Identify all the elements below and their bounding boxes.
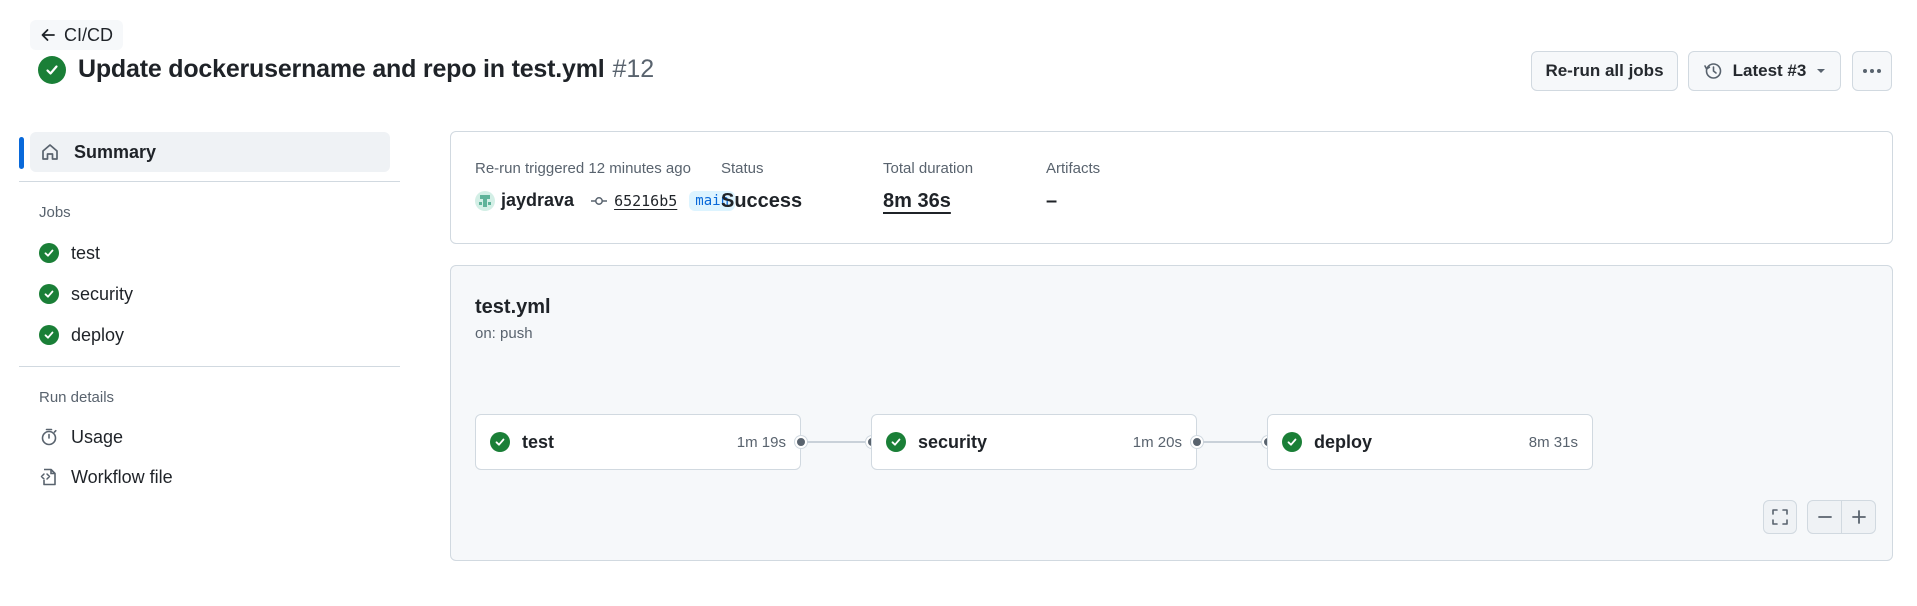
sidebar-item-job-security[interactable]: security	[39, 279, 133, 309]
run-details-heading: Run details	[39, 389, 115, 406]
artifacts-value: –	[1046, 190, 1058, 212]
duration-label: Total duration	[883, 160, 974, 177]
plus-icon	[1851, 509, 1867, 525]
minus-icon	[1817, 509, 1833, 525]
status-label: Status	[721, 160, 764, 177]
jobs-heading: Jobs	[39, 204, 71, 221]
graph-job-duration: 1m 20s	[1132, 433, 1182, 451]
trigger-actor-row: jaydrava 65216b5 main	[475, 190, 735, 211]
success-check-icon	[39, 284, 59, 304]
trigger-info: Re-run triggered 12 minutes ago	[475, 160, 691, 177]
graph-job-test[interactable]: test 1m 19s	[475, 414, 801, 470]
sidebar-item-summary[interactable]: Summary	[30, 132, 390, 172]
success-check-icon	[39, 325, 59, 345]
workflow-graph: test.yml on: push test 1m 19s security 1…	[450, 265, 1893, 561]
graph-node-port	[1191, 436, 1203, 448]
sidebar-job-label: test	[71, 242, 101, 263]
status-value: Success	[721, 190, 803, 212]
arrow-left-icon	[40, 27, 56, 43]
fullscreen-button[interactable]	[1763, 500, 1797, 534]
graph-job-duration: 8m 31s	[1528, 433, 1578, 451]
more-options-button[interactable]	[1852, 51, 1892, 91]
run-number: #12	[612, 55, 655, 83]
screen-full-icon	[1771, 508, 1789, 526]
success-check-icon	[1282, 432, 1302, 452]
total-duration-link[interactable]: 8m 36s	[883, 190, 951, 213]
caret-down-icon	[1816, 67, 1826, 75]
rerun-all-jobs-button[interactable]: Re-run all jobs	[1531, 51, 1678, 91]
workflow-file-name: test.yml	[475, 296, 551, 318]
sidebar-job-label: deploy	[71, 324, 125, 345]
page-title: Update dockerusername and repo in test.y…	[78, 55, 605, 83]
sidebar-summary-label: Summary	[74, 141, 157, 162]
stopwatch-icon	[39, 427, 59, 447]
commit-link[interactable]: 65216b5	[590, 192, 677, 210]
sidebar-item-workflow-file[interactable]: Workflow file	[39, 462, 173, 492]
git-commit-icon	[590, 195, 608, 207]
rerun-all-jobs-label: Re-run all jobs	[1545, 61, 1664, 80]
sidebar-usage-label: Usage	[71, 426, 124, 447]
graph-job-security[interactable]: security 1m 20s	[871, 414, 1197, 470]
avatar[interactable]	[475, 190, 495, 211]
history-icon	[1703, 61, 1723, 81]
workflow-trigger: on: push	[475, 325, 533, 342]
zoom-in-button[interactable]	[1841, 500, 1876, 534]
home-icon	[40, 142, 60, 162]
sidebar-item-job-deploy[interactable]: deploy	[39, 320, 124, 350]
page-title-row: Update dockerusername and repo in test.y…	[38, 55, 654, 84]
success-check-icon	[39, 243, 59, 263]
sidebar-job-label: security	[71, 283, 134, 304]
success-check-icon	[886, 432, 906, 452]
graph-node-port	[795, 436, 807, 448]
back-link-label: CI/CD	[64, 24, 113, 45]
sidebar-item-job-test[interactable]: test	[39, 238, 100, 268]
kebab-horizontal-icon	[1862, 68, 1882, 74]
artifacts-label: Artifacts	[1046, 160, 1101, 177]
graph-job-name: security	[918, 431, 988, 452]
success-check-icon	[38, 55, 66, 84]
sidebar-divider	[19, 366, 400, 367]
success-check-icon	[490, 432, 510, 452]
run-summary-card: Re-run triggered 12 minutes ago jaydrava…	[450, 131, 1893, 244]
graph-connector	[807, 441, 866, 443]
attempt-select-button[interactable]: Latest #3	[1688, 51, 1841, 91]
back-to-workflow-link[interactable]: CI/CD	[30, 20, 123, 50]
graph-job-name: deploy	[1314, 431, 1373, 452]
graph-job-duration: 1m 19s	[736, 433, 786, 451]
graph-job-deploy[interactable]: deploy 8m 31s	[1267, 414, 1593, 470]
commit-sha: 65216b5	[614, 191, 678, 210]
file-code-icon	[39, 467, 59, 487]
sidebar-workflow-file-label: Workflow file	[71, 466, 173, 487]
sidebar-divider	[19, 181, 400, 182]
active-nav-indicator	[19, 137, 24, 169]
zoom-out-button[interactable]	[1807, 500, 1842, 534]
attempt-select-label: Latest #3	[1732, 61, 1807, 80]
actor-username[interactable]: jaydrava	[501, 190, 574, 211]
graph-job-name: test	[522, 431, 555, 452]
sidebar-item-usage[interactable]: Usage	[39, 422, 123, 452]
graph-connector	[1203, 441, 1262, 443]
